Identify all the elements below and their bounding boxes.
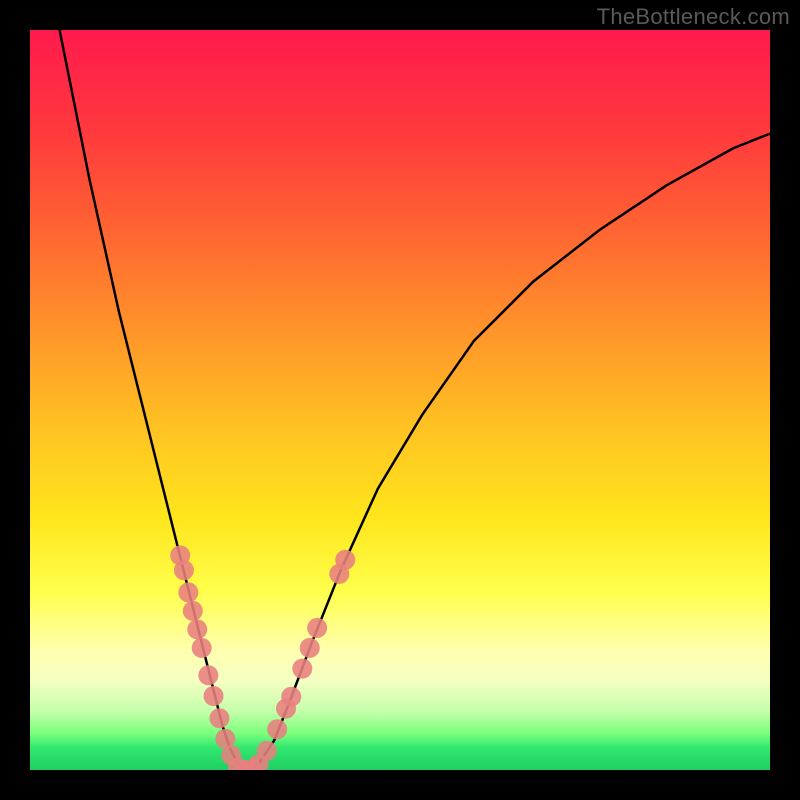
plot-area [30, 30, 770, 770]
bottleneck-curve [60, 30, 770, 770]
scatter-point [267, 719, 287, 739]
scatter-point [335, 550, 355, 570]
scatter-point [192, 638, 212, 658]
watermark-text: TheBottleneck.com [597, 4, 790, 30]
scatter-point [281, 687, 301, 707]
scatter-group [170, 545, 355, 770]
scatter-point [209, 708, 229, 728]
scatter-point [292, 659, 312, 679]
scatter-point [198, 665, 218, 685]
chart-svg [30, 30, 770, 770]
chart-frame: TheBottleneck.com [0, 0, 800, 800]
scatter-point [187, 619, 207, 639]
scatter-point [307, 618, 327, 638]
scatter-point [257, 741, 277, 761]
scatter-point [174, 560, 194, 580]
scatter-point [204, 686, 224, 706]
scatter-point [300, 638, 320, 658]
scatter-point [183, 601, 203, 621]
scatter-point [178, 582, 198, 602]
